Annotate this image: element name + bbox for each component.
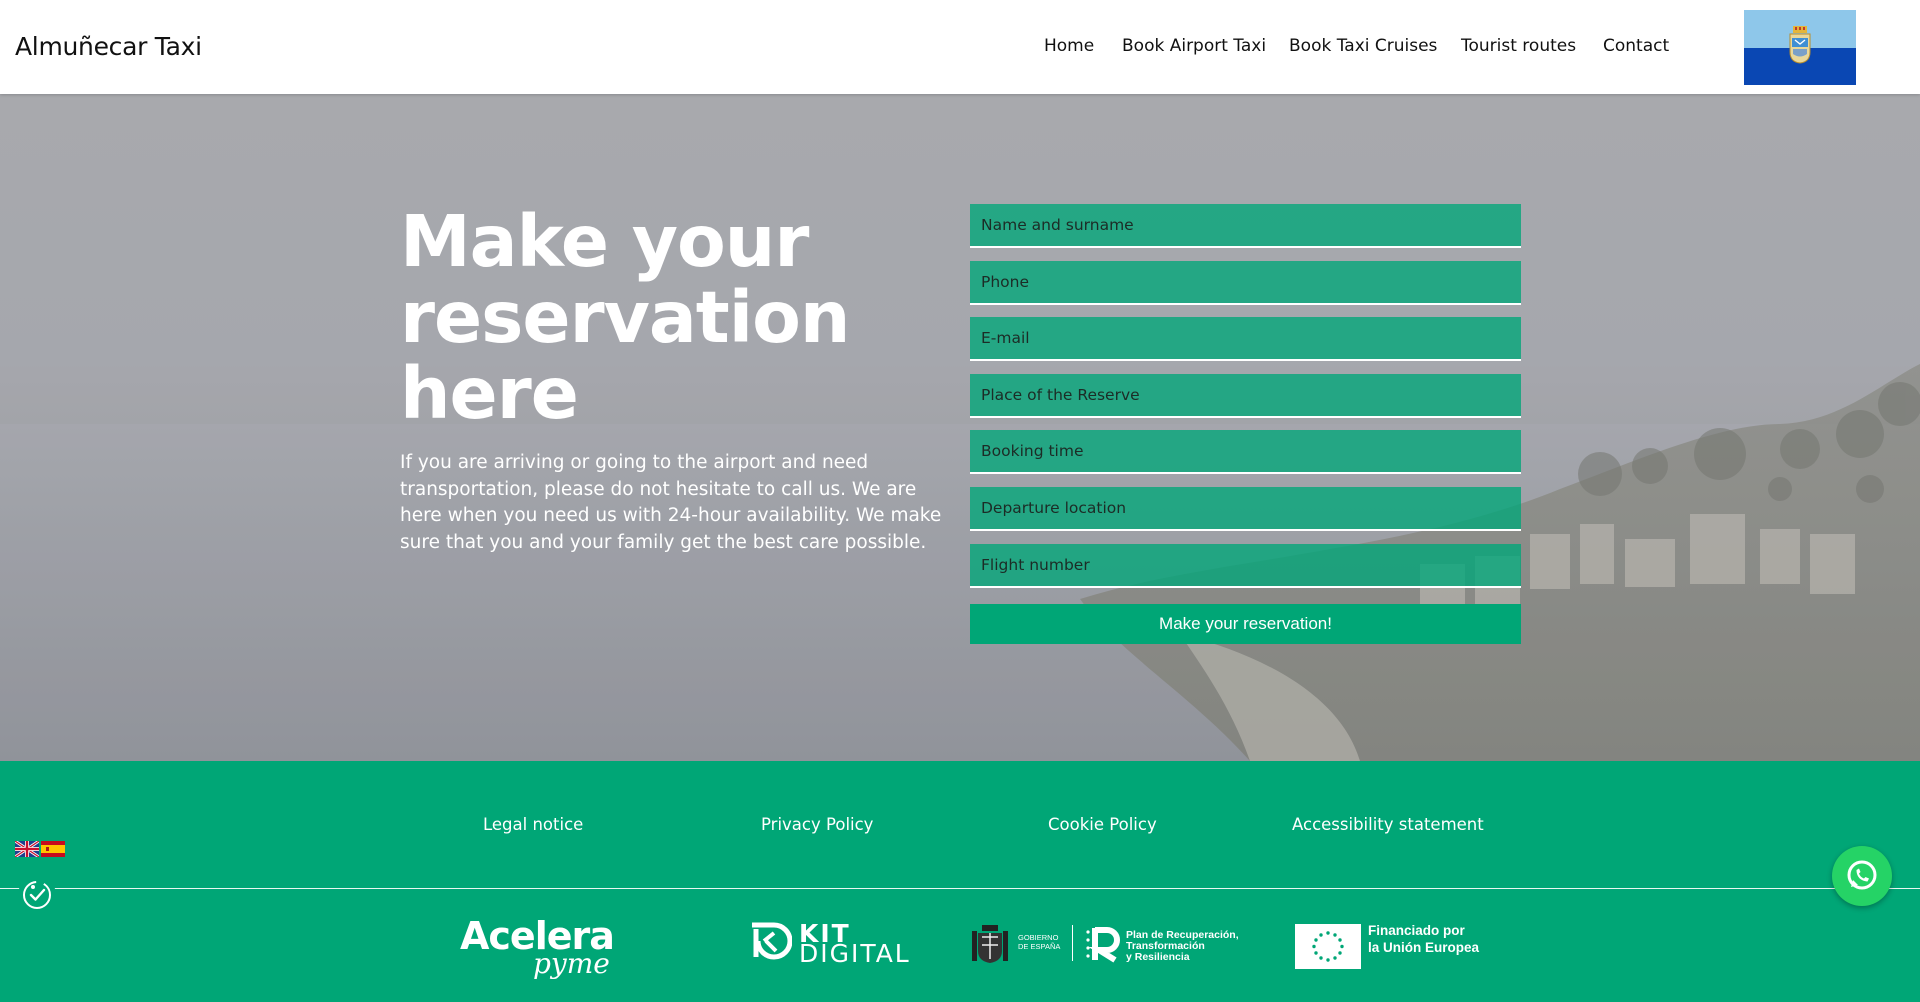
place-of-reserve-input[interactable] — [970, 373, 1521, 416]
footer-divider — [0, 888, 1920, 889]
spain-flag-icon[interactable] — [41, 841, 65, 857]
nav-contact[interactable]: Contact — [1603, 36, 1669, 56]
nav-book-airport-taxi[interactable]: Book Airport Taxi — [1122, 36, 1266, 56]
email-input[interactable] — [970, 317, 1521, 360]
whatsapp-icon[interactable] — [1832, 846, 1892, 906]
booking-time-input[interactable] — [970, 430, 1521, 473]
email-field-wrapper — [970, 317, 1521, 362]
recovery-plan-r-icon — [1086, 927, 1120, 963]
legal-notice-link[interactable]: Legal notice — [483, 815, 583, 834]
main-nav: Home Book Airport Taxi Book Taxi Cruises… — [0, 36, 1920, 60]
gobierno-text: GOBIERNO DE ESPAÑA — [1018, 933, 1060, 951]
gobierno-line1: GOBIERNO — [1018, 933, 1059, 942]
gov-divider — [1072, 925, 1073, 961]
site-header: Almuñecar Taxi Home Book Airport Taxi Bo… — [0, 0, 1920, 94]
nav-book-taxi-cruises[interactable]: Book Taxi Cruises — [1289, 36, 1437, 56]
eu-line1: Financiado por — [1368, 923, 1465, 938]
place-field-wrapper — [970, 373, 1521, 418]
eu-funding-text: Financiado por la Unión Europea — [1368, 922, 1479, 956]
phone-input[interactable] — [970, 260, 1521, 303]
reservation-form: Make your reservation! — [970, 204, 1521, 644]
time-field-wrapper — [970, 430, 1521, 475]
cookie-policy-link[interactable]: Cookie Policy — [1048, 815, 1157, 834]
recovery-plan-text: Plan de Recuperación, Transformación y R… — [1126, 930, 1239, 963]
departure-location-input[interactable] — [970, 486, 1521, 529]
site-footer: Legal notice Privacy Policy Cookie Polic… — [0, 761, 1920, 1002]
hero-title: Make your reservation here — [400, 200, 850, 435]
gobierno-espana-logo: GOBIERNO DE ESPAÑA Plan de Recuperación,… — [970, 921, 1240, 971]
departure-field-wrapper — [970, 486, 1521, 531]
hero-description: If you are arriving or going to the airp… — [400, 452, 942, 553]
accessibility-statement-link[interactable]: Accessibility statement — [1292, 815, 1484, 834]
coat-of-arms-icon — [1789, 26, 1811, 64]
accessibility-icon[interactable] — [18, 876, 56, 914]
eu-flag-icon — [1295, 924, 1361, 969]
hero-section: Make your reservation here If you are ar… — [0, 94, 1920, 761]
digital-logo-text: DIGITAL — [799, 939, 911, 968]
eu-line2: la Unión Europea — [1368, 940, 1480, 955]
nav-tourist-routes[interactable]: Tourist routes — [1461, 36, 1576, 56]
phone-field-wrapper — [970, 260, 1521, 305]
name-input[interactable] — [970, 204, 1521, 246]
spain-coat-of-arms-icon — [972, 925, 1008, 963]
flight-number-input[interactable] — [970, 543, 1521, 586]
submit-reservation-button[interactable]: Make your reservation! — [970, 604, 1521, 644]
almunecar-flag-icon[interactable] — [1744, 10, 1856, 85]
kit-digital-icon — [752, 922, 792, 960]
nav-home[interactable]: Home — [1044, 36, 1094, 56]
uk-flag-icon[interactable] — [15, 841, 39, 857]
flight-field-wrapper — [970, 543, 1521, 588]
coastline-background-image — [0, 94, 1920, 761]
gobierno-line2: DE ESPAÑA — [1018, 942, 1061, 951]
name-field-wrapper — [970, 204, 1521, 248]
pyme-logo-text: pyme — [533, 947, 610, 980]
acelera-pyme-logo: Acelera pyme — [460, 914, 620, 980]
kit-digital-logo: KIT DIGITAL — [744, 919, 909, 969]
privacy-policy-link[interactable]: Privacy Policy — [761, 815, 873, 834]
eu-funding-logo: Financiado por la Unión Europea — [1295, 922, 1495, 972]
plan-line3: y Resiliencia — [1126, 951, 1190, 963]
